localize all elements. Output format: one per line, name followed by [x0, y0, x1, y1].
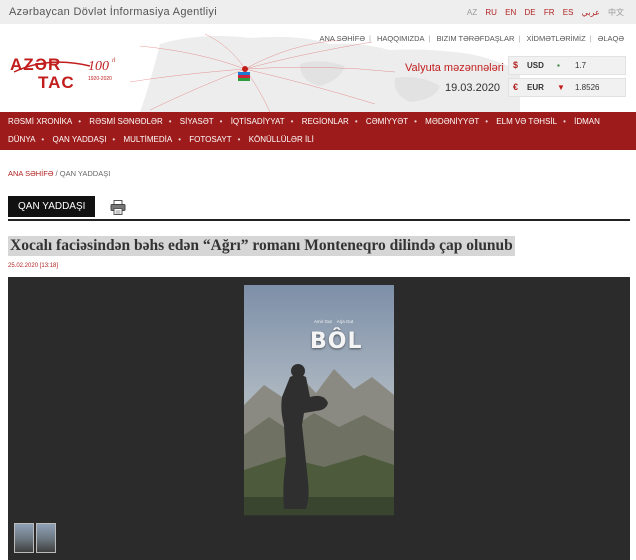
site-header: AZƏR TAC 100 il 1920-2020 ANA SƏHİFƏ | HA… — [0, 24, 636, 112]
currency-code: USD — [527, 61, 544, 70]
top-links: ANA SƏHİFƏ | HAQQIMIZDA | BIZIM TƏRƏFDAŞLA… — [319, 34, 625, 43]
nav-item-culture[interactable]: MƏDƏNİYYƏT — [425, 117, 479, 126]
top-link-partners[interactable]: BIZIM TƏRƏFDAŞLAR — [437, 34, 515, 43]
dollar-icon: $ — [513, 60, 519, 70]
nav-item-official-documents[interactable]: RƏSMİ SƏNƏDLƏR — [89, 117, 162, 126]
breadcrumb-current: QAN YADDAŞI — [59, 169, 111, 178]
logo-years: 1920-2020 — [88, 76, 112, 82]
breadcrumb-home[interactable]: ANA SƏHİFƏ — [8, 169, 53, 178]
lang-es[interactable]: ES — [563, 8, 574, 17]
lang-zh[interactable]: 中文 — [608, 8, 624, 17]
nav-item-science-education[interactable]: ELM VƏ TƏHSİL — [496, 117, 557, 126]
azertac-logo-graphic: AZƏR TAC 100 il 1920-2020 — [10, 55, 116, 92]
nav-item-blood-memory[interactable]: QAN YADDAŞI — [52, 135, 106, 144]
book-cover-image: Amir Gut Arja Gut BÔL — [244, 285, 394, 516]
nav-item-official-chronicle[interactable]: RƏSMİ XRONİKA — [8, 117, 72, 126]
nav-item-economy[interactable]: İQTİSADİYYAT — [231, 117, 285, 126]
currency-value: 1.8526 — [575, 83, 600, 92]
lang-en[interactable]: EN — [505, 8, 516, 17]
currency-code: EUR — [527, 83, 544, 92]
lang-de[interactable]: DE — [525, 8, 536, 17]
top-link-services[interactable]: XİDMƏTLƏRİMİZ — [526, 34, 585, 43]
lang-az[interactable]: AZ — [467, 8, 477, 17]
currency-row-eur: € EUR ▼ 1.8526 — [508, 78, 626, 97]
nav-item-sport[interactable]: İDMAN — [574, 117, 600, 126]
book-authors: Amir Gut Arja Gut — [314, 319, 358, 324]
nav-item-world[interactable]: DÜNYA — [8, 135, 35, 144]
agency-name: Azərbaycan Dövlət İnformasiya Agentliyi — [9, 6, 217, 18]
book-author: Arja Gut — [336, 319, 354, 324]
language-switcher: AZ RU EN DE FR ES عربي 中文 — [461, 7, 624, 18]
article-headline: Xocalı faciəsindən bəhs edən “Ağrı” roma… — [8, 236, 515, 256]
azertac-logo[interactable]: AZƏR TAC 100 il 1920-2020 — [8, 52, 128, 98]
book-title: BÔL — [310, 329, 363, 354]
top-strip: Azərbaycan Dövlət İnformasiya Agentliyi … — [0, 0, 636, 25]
logo-line1: AZƏR — [10, 55, 61, 74]
nav-item-multimedia[interactable]: MULTİMEDİA — [123, 135, 172, 144]
section-tab[interactable]: QAN YADDAŞI — [8, 196, 96, 217]
euro-icon: € — [513, 82, 519, 92]
lang-ru[interactable]: RU — [485, 8, 497, 17]
photo-gallery: Amir Gut Arja Gut BÔL — [8, 277, 630, 560]
top-link-contact[interactable]: ƏLAQƏ — [598, 34, 624, 43]
nav-row-2: DÜNYA • QAN YADDAŞI • MULTİMEDİA • FOTOSAYT… — [8, 135, 314, 144]
logo-line2: TAC — [38, 73, 75, 92]
main-nav: RƏSMİ XRONİKA • RƏSMİ SƏNƏDLƏR • SİYASƏT • … — [0, 112, 636, 150]
azerbaijan-flag-icon — [238, 72, 250, 81]
logo-badge: 100 — [88, 59, 109, 74]
gallery-thumbnail[interactable] — [14, 523, 34, 553]
nav-item-society[interactable]: CƏMİYYƏT — [366, 117, 408, 126]
section-bar: QAN YADDAŞI — [8, 196, 630, 221]
nav-item-politics[interactable]: SİYASƏT — [180, 117, 214, 126]
top-link-home[interactable]: ANA SƏHİFƏ — [320, 34, 365, 43]
currency-label[interactable]: Valyuta məzənnələri — [405, 62, 504, 74]
lang-fr[interactable]: FR — [544, 8, 555, 17]
gallery-thumbnail[interactable] — [36, 523, 56, 553]
currency-row-usd: $ USD ▪ 1.7 — [508, 56, 626, 75]
lang-ar[interactable]: عربي — [582, 8, 600, 17]
currency-date: 19.03.2020 — [445, 82, 501, 94]
logo-badge-sup: il — [112, 58, 116, 64]
breadcrumb: ANA SƏHİFƏ / QAN YADDAŞI — [8, 169, 110, 178]
top-link-about[interactable]: HAQQIMIZDA — [377, 34, 425, 43]
article-datetime: 25.02.2020 [13:18] — [8, 263, 59, 269]
trend-flat-icon: ▪ — [557, 61, 560, 70]
currency-value: 1.7 — [575, 61, 587, 70]
print-icon[interactable] — [110, 200, 126, 215]
nav-item-regions[interactable]: REGİONLAR — [302, 117, 349, 126]
trend-down-icon: ▼ — [557, 83, 565, 92]
nav-row-1: RƏSMİ XRONİKA • RƏSMİ SƏNƏDLƏR • SİYASƏT • … — [8, 117, 600, 126]
nav-item-volunteers-year[interactable]: KÖNÜLLÜLƏR İLİ — [249, 135, 314, 144]
currency-table: $ USD ▪ 1.7 € EUR ▼ 1.8526 — [508, 56, 626, 100]
nav-item-photosite[interactable]: FOTOSAYT — [189, 135, 231, 144]
book-author: Amir Gut — [314, 319, 332, 324]
